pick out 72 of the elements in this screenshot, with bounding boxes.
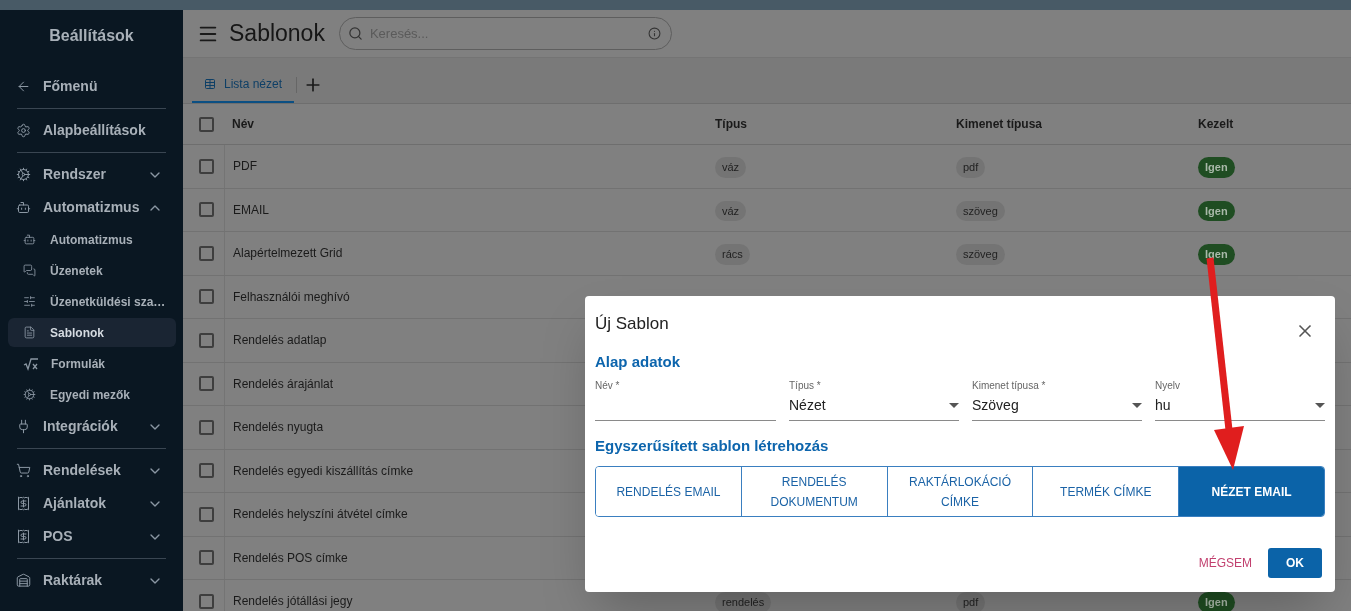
sidebar-item[interactable]: Rendszer [0, 158, 183, 191]
gear-icon [16, 123, 31, 138]
tag-chip: rács [715, 244, 750, 265]
cart-icon [16, 463, 31, 478]
sidebar-subitem[interactable]: Formulák [8, 349, 176, 378]
sidebar-title: Beállítások [48, 26, 135, 46]
ok-button[interactable]: OK [1268, 548, 1322, 578]
table-cell: Alapértelmezett Grid [224, 232, 707, 275]
select-field[interactable]: Nyelv hu [1155, 377, 1325, 421]
sidebar-item[interactable]: Integrációk [0, 410, 183, 443]
dropdown-caret-icon [949, 403, 959, 408]
sliders-icon [23, 295, 36, 308]
cancel-button[interactable]: MÉGSEM [1195, 548, 1255, 578]
tag-chip: pdf [956, 592, 986, 611]
checkbox[interactable] [199, 116, 214, 132]
sidebar-item[interactable]: Főmenü [0, 70, 183, 103]
table-icon [204, 78, 216, 90]
sidebar-item[interactable]: Raktárak [0, 564, 183, 597]
table-cell: EMAIL [224, 188, 707, 231]
select-field[interactable]: Kimenet típusa * Szöveg [972, 377, 1142, 421]
sidebar-subitem[interactable]: Egyedi mezők [8, 380, 176, 409]
tag-chip: rendelés [715, 592, 772, 611]
sidebar-subitem[interactable]: Üzenetek [8, 256, 176, 285]
robot-icon [16, 200, 31, 215]
robot-icon [23, 233, 36, 246]
plug-icon [16, 419, 31, 434]
messages-icon [23, 264, 36, 277]
checkbox[interactable] [199, 593, 214, 609]
sidebar-subitem[interactable]: Automatizmus [8, 225, 176, 254]
checkbox[interactable] [199, 376, 214, 392]
tag-chip: váz [715, 157, 747, 178]
document-icon [23, 326, 36, 339]
select-field[interactable]: Típus * Nézet [789, 377, 959, 421]
tag-chip: szöveg [956, 244, 1005, 265]
dropdown-caret-icon [1132, 403, 1142, 408]
column-header: Kimenet típusa [955, 116, 1043, 133]
table-cell: PDF [224, 145, 707, 188]
info-icon[interactable] [647, 27, 661, 40]
status-badge: Igen [1198, 592, 1235, 611]
dropdown-caret-icon [1315, 403, 1325, 408]
checkbox[interactable] [199, 202, 214, 218]
checkbox[interactable] [199, 289, 214, 305]
checkbox[interactable] [199, 506, 214, 522]
checkbox[interactable] [199, 419, 214, 435]
checkbox[interactable] [199, 550, 214, 566]
document-icon [16, 496, 31, 511]
checkbox[interactable] [199, 463, 214, 479]
sidebar-item[interactable]: Rendelések [0, 454, 183, 487]
search-icon [347, 26, 363, 41]
column-header: Típus [714, 116, 748, 133]
document-icon [16, 529, 31, 544]
sidebar-subitem[interactable]: Sablonok [8, 318, 176, 347]
tag-chip: pdf [956, 157, 986, 178]
tag-chip: szöveg [956, 200, 1005, 222]
square-root-icon [23, 356, 39, 371]
tag-chip: váz [715, 200, 747, 222]
checkbox[interactable] [199, 158, 214, 174]
sidebar-subitem[interactable]: Üzenetküldési sza… [8, 287, 176, 316]
sidebar-item[interactable]: Automatizmus [0, 191, 183, 224]
input-field[interactable]: Név * [595, 377, 776, 421]
sidebar-item[interactable]: POS [0, 520, 183, 553]
checkbox[interactable] [199, 245, 214, 261]
status-badge: Igen [1198, 200, 1235, 222]
page-title: Sablonok [229, 19, 325, 49]
column-header: Név [231, 116, 255, 133]
status-badge: Igen [1198, 157, 1235, 178]
sidebar-item[interactable]: Ajánlatok [0, 487, 183, 520]
checkbox[interactable] [199, 332, 214, 348]
sidebar-item[interactable]: Alapbeállítások [0, 114, 183, 147]
column-header: Kezelt [1197, 116, 1235, 133]
warehouse-icon [16, 573, 31, 588]
template-button[interactable]: NÉZET EMAIL [1178, 467, 1324, 516]
